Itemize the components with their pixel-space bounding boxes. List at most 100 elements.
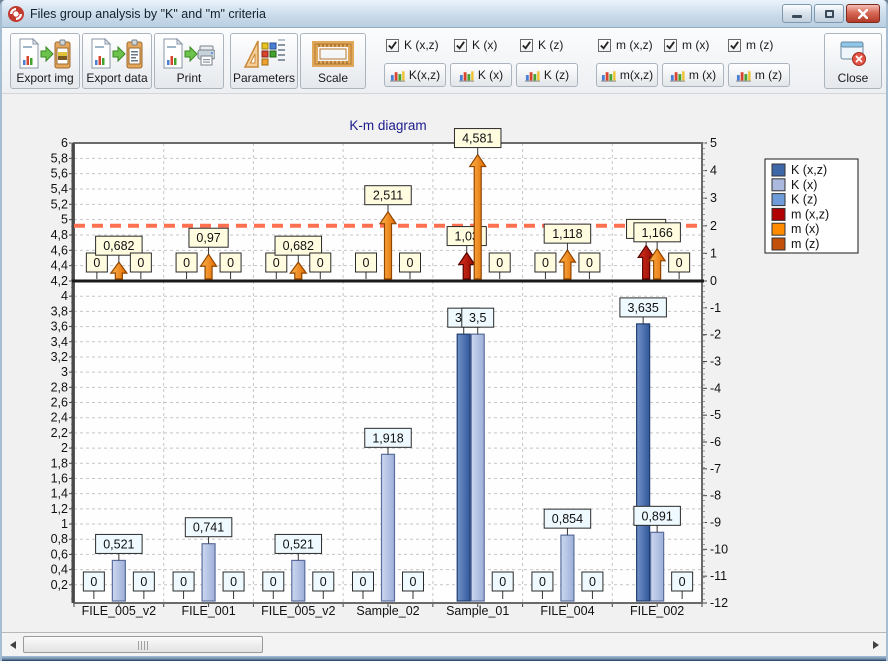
window-bottom-border <box>2 656 886 661</box>
scroll-left-button[interactable] <box>4 636 21 653</box>
button-k-x[interactable]: K (x) <box>450 63 512 87</box>
svg-text:0: 0 <box>710 274 717 288</box>
button-label: m (z) <box>755 68 782 82</box>
horizontal-scrollbar[interactable] <box>2 632 886 656</box>
svg-text:0: 0 <box>676 256 683 270</box>
checkbox-m-x[interactable]: m (x) <box>664 38 709 52</box>
svg-text:m (x): m (x) <box>791 222 819 236</box>
checkbox-k-x[interactable]: K (x) <box>454 38 497 52</box>
svg-text:0: 0 <box>360 575 367 589</box>
checkbox-icon <box>598 39 611 52</box>
svg-text:0,521: 0,521 <box>283 537 314 551</box>
minimize-button[interactable] <box>782 4 812 23</box>
svg-text:1,4: 1,4 <box>51 487 68 501</box>
svg-text:0,521: 0,521 <box>103 537 134 551</box>
button-label: m(x,z) <box>620 68 653 82</box>
maximize-button[interactable] <box>814 4 844 23</box>
checkbox-m-z[interactable]: m (z) <box>728 38 773 52</box>
checkbox-icon <box>664 39 677 52</box>
checkbox-k-z[interactable]: K (z) <box>520 38 563 52</box>
svg-text:2,511: 2,511 <box>373 189 403 203</box>
svg-text:0,741: 0,741 <box>193 521 224 535</box>
svg-text:0: 0 <box>586 256 593 270</box>
checkbox-m-xz[interactable]: m (x,z) <box>598 38 653 52</box>
svg-text:0,891: 0,891 <box>642 509 673 523</box>
chart-area: 65,85,65,45,254,84,64,44,243,83,63,43,23… <box>2 94 886 632</box>
checkbox-label: m (z) <box>746 38 773 52</box>
svg-text:3,5: 3,5 <box>469 311 486 325</box>
svg-text:0,6: 0,6 <box>51 547 68 561</box>
svg-text:1,6: 1,6 <box>51 471 68 485</box>
svg-text:0: 0 <box>273 256 280 270</box>
window-title: Files group analysis by "K" and "m" crit… <box>30 7 266 21</box>
k-m-diagram: 65,85,65,45,254,84,64,44,243,83,63,43,23… <box>2 94 888 632</box>
button-m-x[interactable]: m (x) <box>662 63 724 87</box>
svg-text:0,682: 0,682 <box>103 239 134 253</box>
svg-text:-11: -11 <box>710 569 727 583</box>
mini-chart-icon <box>390 69 405 82</box>
button-k-xz[interactable]: K(x,z) <box>384 63 446 87</box>
svg-text:0: 0 <box>499 575 506 589</box>
print-icon <box>163 37 215 71</box>
export-data-label: Export data <box>86 71 147 85</box>
toolbar: Export img Export data <box>2 28 886 94</box>
svg-text:0: 0 <box>93 256 100 270</box>
mini-chart-icon <box>525 69 540 82</box>
svg-text:1,118: 1,118 <box>552 227 582 241</box>
svg-text:-3: -3 <box>710 355 721 369</box>
export-img-button[interactable]: Export img <box>10 33 80 89</box>
svg-text:2,4: 2,4 <box>51 411 68 425</box>
svg-text:-7: -7 <box>710 462 721 476</box>
print-button[interactable]: Print <box>154 33 224 89</box>
button-label: m (x) <box>689 68 716 82</box>
button-m-z[interactable]: m (z) <box>728 63 790 87</box>
svg-text:0,4: 0,4 <box>51 563 68 577</box>
svg-text:5,4: 5,4 <box>51 182 68 196</box>
export-img-icon <box>19 37 71 71</box>
export-img-label: Export img <box>16 71 73 85</box>
svg-text:-12: -12 <box>710 596 728 610</box>
close-window-button[interactable] <box>846 4 880 23</box>
svg-text:0: 0 <box>137 256 144 270</box>
svg-text:1: 1 <box>710 246 717 260</box>
svg-text:0: 0 <box>410 575 417 589</box>
svg-text:0: 0 <box>270 575 277 589</box>
svg-text:4: 4 <box>61 289 68 303</box>
svg-text:2,2: 2,2 <box>51 426 68 440</box>
button-label: K (x) <box>478 68 503 82</box>
svg-text:2,8: 2,8 <box>51 380 68 394</box>
scale-label: Scale <box>318 71 348 85</box>
svg-text:0: 0 <box>679 575 686 589</box>
parameters-icon <box>242 37 286 71</box>
scale-button[interactable]: Scale <box>300 33 366 89</box>
svg-text:0: 0 <box>183 256 190 270</box>
checkbox-icon <box>520 39 533 52</box>
close-button[interactable]: Close <box>824 33 882 89</box>
svg-text:m (z): m (z) <box>791 237 819 251</box>
checkbox-label: K (x,z) <box>404 38 439 52</box>
button-label: K(x,z) <box>409 68 440 82</box>
scrollbar-thumb[interactable] <box>23 636 263 653</box>
parameters-label: Parameters <box>233 71 295 85</box>
checkbox-icon <box>454 39 467 52</box>
checkbox-k-xz[interactable]: K (x,z) <box>386 38 439 52</box>
svg-text:0,8: 0,8 <box>51 532 68 546</box>
svg-text:K (x,z): K (x,z) <box>791 163 827 177</box>
parameters-button[interactable]: Parameters <box>230 33 298 89</box>
svg-text:5,2: 5,2 <box>51 197 68 211</box>
export-data-icon <box>91 37 143 71</box>
checkbox-icon <box>386 39 399 52</box>
svg-text:0,2: 0,2 <box>51 578 68 592</box>
svg-text:K-m diagram: K-m diagram <box>349 118 426 133</box>
svg-text:4,6: 4,6 <box>51 243 68 257</box>
export-data-button[interactable]: Export data <box>82 33 152 89</box>
checkbox-label: K (x) <box>472 38 497 52</box>
svg-text:5,8: 5,8 <box>51 151 68 165</box>
button-k-z[interactable]: K (z) <box>516 63 578 87</box>
title-bar: Files group analysis by "K" and "m" crit… <box>2 0 886 28</box>
svg-text:0,682: 0,682 <box>283 239 314 253</box>
svg-text:0: 0 <box>496 256 503 270</box>
scroll-right-button[interactable] <box>867 636 884 653</box>
svg-text:0: 0 <box>363 256 370 270</box>
button-m-xz[interactable]: m(x,z) <box>596 63 658 87</box>
